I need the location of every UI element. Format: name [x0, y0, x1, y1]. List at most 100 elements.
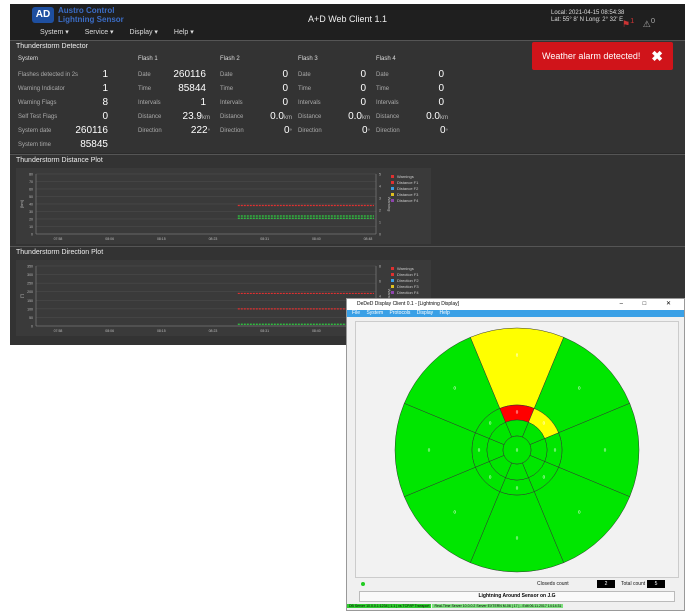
flash-intervals-number: 0: [438, 97, 444, 108]
x-tick-label: 08:15: [157, 237, 166, 241]
y2-tick-label: 3: [379, 197, 381, 201]
flash-3-column: Flash 3 Date 0 Time 0 Intervals 0 Distance 0.0km…: [298, 55, 370, 139]
legend-swatch: [391, 285, 394, 288]
system-date-label: System date: [18, 128, 52, 134]
self-test-flags-value: 0: [102, 111, 108, 122]
x-tick-label: 08:15: [157, 329, 166, 333]
alarm-bell-icon[interactable]: ⚑1: [622, 16, 634, 29]
flash-date-number: 0: [282, 69, 288, 80]
flash-distance-number: 0.0: [348, 111, 362, 122]
flash-date-value: 260116: [173, 69, 206, 80]
menu-file[interactable]: File: [352, 310, 360, 316]
menu-display-win[interactable]: Display: [417, 310, 433, 316]
legend-label: Distance F3: [397, 192, 419, 197]
detector-title: Thunderstorm Detector: [16, 43, 88, 50]
y-tick-label: 40: [29, 203, 33, 207]
warning-count: 0: [650, 16, 656, 25]
flash-distance-value: 23.9km: [183, 111, 210, 122]
flash-intervals-number: 0: [360, 97, 366, 108]
y2-tick-label: 8: [379, 265, 381, 269]
warning-indicator-value: 1: [102, 83, 108, 94]
distance-plot-panel: Thunderstorm Distance Plot 0 10 20 30 40 50 60…: [10, 154, 685, 248]
weather-alarm-banner[interactable]: Weather alarm detected! ✖: [532, 42, 673, 70]
menu-system[interactable]: System ▾: [40, 29, 69, 36]
flash-intervals-label: Intervals: [298, 100, 321, 106]
flash-distance-value: 0.0km: [348, 111, 370, 122]
legend-swatch: [391, 267, 394, 270]
warning-flags-value: 8: [102, 97, 108, 108]
flash-intervals-number: 0: [282, 97, 288, 108]
flash-distance-label: Distance: [138, 114, 162, 120]
legend-label: Direction F1: [397, 272, 419, 277]
flash-time-label: Time: [220, 86, 234, 92]
flash-date-label: Date: [298, 72, 311, 78]
flash-intervals-value: 0: [438, 97, 444, 108]
x-tick-label: 08:23: [209, 237, 218, 241]
status-realtime-server: Real-Time Server 10.0.0.2 Server EXTERN …: [432, 604, 564, 608]
legend-label: Warnings: [397, 266, 414, 271]
x-tick-label: 08:06: [105, 329, 114, 333]
system-time-label: System time: [18, 142, 52, 148]
menu-system-win[interactable]: System: [366, 310, 383, 316]
legend-swatch: [391, 175, 394, 178]
sensor-location-button[interactable]: Lightning Around Sensor on J.G: [359, 591, 675, 602]
flash-intervals-label: Intervals: [138, 100, 161, 106]
flash-time-number: 0: [360, 83, 366, 94]
flash-distance-label: Distance: [376, 114, 400, 120]
flash-1-column: Flash 1 Date 260116 Time 85844 Intervals 1 Dist…: [138, 55, 210, 139]
window-controls[interactable]: – □ ✕: [620, 299, 680, 310]
flash-time-number: 0: [438, 83, 444, 94]
lightning-display-window: DeDeD Display Client 0.1 - [Lightning Di…: [346, 298, 685, 611]
system-header: System: [18, 56, 39, 62]
distance-chart: 0 10 20 30 40 50 60 70 80 0 1 2 3 4 5 [km] Warning 07:58 0…: [19, 173, 419, 242]
flash-time-label: Time: [138, 86, 152, 92]
flash-date-label: Date: [138, 72, 151, 78]
window-titlebar[interactable]: DeDeD Display Client 0.1 - [Lightning Di…: [347, 299, 684, 310]
menu-protocols[interactable]: Protocols: [390, 310, 411, 316]
x-tick-label: 08:40: [312, 237, 321, 241]
system-time-value: 85845: [80, 139, 108, 150]
menu-help-win[interactable]: Help: [440, 310, 450, 316]
legend-label: Distance F2: [397, 186, 419, 191]
flash-date-value: 0: [360, 69, 366, 80]
window-status-bar: DB Server 10.0.0.1:1234 | 1.1 | vs TCP/I…: [347, 603, 684, 610]
flash-date-label: Date: [376, 72, 389, 78]
y-tick-label: 80: [29, 173, 33, 177]
close-icon[interactable]: ✖: [651, 42, 663, 70]
warning-triangle-icon[interactable]: ⚠0: [643, 16, 656, 29]
flash-time-label: Time: [376, 86, 390, 92]
flash-4-column: Flash 4 Date 0 Time 0 Intervals 0 Distance 0.0km…: [376, 55, 448, 139]
y2-tick-label: 0: [379, 233, 381, 237]
main-menu: System ▾ Service ▾ Display ▾ Help ▾: [40, 28, 208, 36]
flash-time-number: 85844: [178, 83, 206, 94]
flash-header: Flash 4: [376, 56, 396, 62]
menu-service[interactable]: Service ▾: [85, 29, 114, 36]
y-axis-label: [°]: [19, 294, 24, 298]
y-tick-label: 100: [27, 307, 33, 311]
distance-plot-title: Thunderstorm Distance Plot: [16, 157, 103, 164]
flash-date-value: 0: [282, 69, 288, 80]
web-client-window: AD Austro Control Lightning Sensor Syste…: [10, 4, 685, 345]
flash-intervals-value: 1: [200, 97, 206, 108]
y-tick-label: 300: [27, 273, 33, 277]
flash-time-label: Time: [298, 86, 312, 92]
y-tick-label: 10: [29, 225, 33, 229]
total-count-label: Total count: [621, 581, 646, 587]
header-status-icons: ⚑1 ⚠0: [622, 16, 655, 30]
x-tick-label: 08:23: [209, 329, 218, 333]
menu-display[interactable]: Display ▾: [130, 29, 158, 36]
web-header: AD Austro Control Lightning Sensor Syste…: [10, 4, 685, 40]
legend-label: Direction F2: [397, 278, 419, 283]
flash-date-number: 260116: [173, 69, 206, 80]
status-db-server: DB Server 10.0.0.1:1234 | 1.1 | vs TCP/I…: [347, 604, 432, 608]
alarm-text: Weather alarm detected!: [542, 51, 641, 61]
window-menu-bar: File System Protocols Display Help: [347, 310, 684, 317]
unit-deg: °: [207, 129, 210, 135]
direction-plot-title: Thunderstorm Direction Plot: [16, 249, 104, 256]
menu-help[interactable]: Help ▾: [174, 29, 194, 36]
legend-label: Warnings: [397, 174, 414, 179]
flash-time-value: 85844: [178, 83, 206, 94]
y-tick-label: 50: [29, 195, 33, 199]
x-tick-label: 08:40: [312, 329, 321, 333]
flash-distance-label: Distance: [220, 114, 244, 120]
